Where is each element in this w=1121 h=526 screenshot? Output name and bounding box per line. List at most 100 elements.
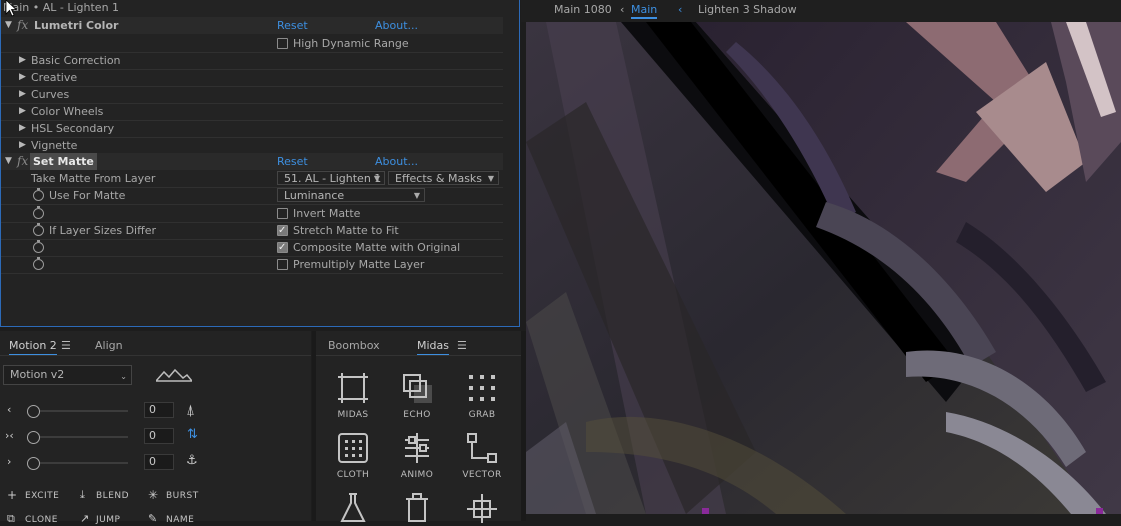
button-label: CLONE: [25, 515, 58, 525]
premultiply-label: Premultiply Matte Layer: [293, 258, 425, 271]
reset-link[interactable]: Reset: [277, 153, 308, 170]
expand-triangle-icon[interactable]: ▶: [19, 120, 26, 137]
tab-boombox[interactable]: Boombox: [328, 339, 380, 352]
echo-icon: [403, 374, 432, 403]
blend-button[interactable]: ⤓ BLEND: [80, 488, 129, 502]
stopwatch-icon[interactable]: [33, 223, 44, 236]
chevron-left-icon[interactable]: ‹: [7, 403, 11, 416]
hamburger-menu-icon[interactable]: ☰: [61, 339, 71, 352]
premultiply-row: Premultiply Matte Layer: [1, 256, 503, 274]
invert-matte-label: Invert Matte: [293, 207, 361, 220]
swap-arrows-icon[interactable]: ⇅: [187, 427, 198, 442]
value-field[interactable]: 0: [144, 454, 174, 470]
use-for-matte-dropdown[interactable]: Luminance ▼: [277, 188, 425, 202]
section-row[interactable]: ▶ HSL Secondary: [1, 120, 503, 138]
section-row[interactable]: ▶ Creative: [1, 69, 503, 87]
stopwatch-icon[interactable]: [33, 206, 44, 219]
expand-triangle-icon[interactable]: ▶: [19, 69, 26, 86]
fx-toggle-icon[interactable]: fx: [17, 17, 28, 34]
section-row[interactable]: ▶ Basic Correction: [1, 52, 503, 70]
pencil-icon: ✎: [148, 512, 158, 525]
animo-tool-button[interactable]: ANIMO: [392, 431, 442, 480]
slider-track[interactable]: [30, 462, 128, 464]
breadcrumb-main-1080[interactable]: Main 1080: [554, 3, 612, 16]
tab-align[interactable]: Align: [95, 339, 123, 352]
breadcrumb-main[interactable]: Main: [631, 3, 658, 19]
clone-button[interactable]: ⧉ CLONE: [7, 512, 57, 526]
stretch-matte-label: Stretch Matte to Fit: [293, 224, 399, 237]
grab-icon: [469, 375, 495, 401]
collapse-triangle-icon[interactable]: ▼: [5, 17, 12, 34]
composite-matte-row: Composite Matte with Original: [1, 239, 503, 257]
section-row[interactable]: ▶ Curves: [1, 86, 503, 104]
invert-matte-row: Invert Matte: [1, 205, 503, 223]
burst-button[interactable]: ✳ BURST: [148, 488, 198, 502]
hdr-label: High Dynamic Range: [293, 37, 409, 50]
tab-midas[interactable]: Midas: [417, 339, 450, 356]
value-field[interactable]: 0: [144, 402, 174, 418]
expand-triangle-icon[interactable]: ▶: [19, 52, 26, 69]
matte-source-dropdown[interactable]: Effects & Masks ▼: [388, 171, 499, 185]
reset-link[interactable]: Reset: [277, 17, 308, 34]
set-matte-effect[interactable]: ▼ fx Set Matte Reset About...: [1, 153, 503, 170]
about-link[interactable]: About...: [375, 153, 418, 170]
expand-triangle-icon[interactable]: ▶: [19, 137, 26, 154]
midas-tool-button[interactable]: MIDAS: [328, 371, 378, 420]
anchor-icon[interactable]: ⚓: [186, 453, 198, 468]
motion-panel: Motion 2 ☰ Align Motion v2 ⌄ ‹ 0 ⍋ ›‹ 0 …: [0, 331, 311, 525]
vector-tool-button[interactable]: VECTOR: [457, 431, 507, 480]
echo-tool-button[interactable]: ECHO: [392, 371, 442, 420]
panel-splitter[interactable]: [521, 331, 526, 521]
midas-panel: Boombox Midas ☰ MIDAS ECHO GRAB CLOTH AN…: [316, 331, 521, 524]
cloth-tool-button[interactable]: CLOTH: [328, 431, 378, 480]
fx-toggle-icon[interactable]: fx: [17, 153, 28, 170]
button-label: JUMP: [96, 515, 121, 525]
lumetri-color-effect[interactable]: ▼ fx Lumetri Color Reset About...: [1, 17, 503, 34]
dropdown-value: 51. AL - Lighten 1: [284, 172, 382, 185]
invert-matte-checkbox[interactable]: [277, 208, 288, 219]
premultiply-checkbox[interactable]: [277, 259, 288, 270]
name-button[interactable]: ✎ NAME: [148, 512, 194, 525]
chevron-left-icon: ‹: [678, 3, 683, 16]
chevron-down-icon: ▼: [487, 174, 494, 183]
animo-icon: [405, 433, 429, 463]
stretch-matte-checkbox[interactable]: [277, 222, 288, 239]
tab-motion-2[interactable]: Motion 2: [9, 339, 57, 356]
about-link[interactable]: About...: [375, 17, 418, 34]
section-row[interactable]: ▶ Color Wheels: [1, 103, 503, 121]
panel-splitter[interactable]: [312, 331, 316, 521]
grab-tool-button[interactable]: GRAB: [457, 371, 507, 420]
slider-track[interactable]: [30, 410, 128, 412]
chevron-left-icon: ‹: [620, 3, 625, 16]
frame-icon: [338, 373, 368, 403]
motion-version-dropdown[interactable]: Motion v2 ⌄: [3, 365, 132, 385]
stopwatch-icon[interactable]: [33, 257, 44, 270]
hamburger-menu-icon[interactable]: ☰: [457, 339, 467, 352]
collapse-arrows-icon[interactable]: ›‹: [5, 429, 14, 442]
stopwatch-icon[interactable]: [33, 240, 44, 253]
slider-knob[interactable]: [27, 457, 40, 470]
collapse-triangle-icon[interactable]: ▼: [5, 153, 12, 170]
hdr-row: High Dynamic Range: [1, 35, 503, 53]
excite-button[interactable]: + EXCITE: [7, 488, 59, 502]
expand-triangle-icon[interactable]: ▶: [19, 103, 26, 120]
composite-matte-checkbox[interactable]: [277, 239, 288, 256]
jump-button[interactable]: ↗ JUMP: [80, 512, 120, 525]
expand-triangle-icon[interactable]: ▶: [19, 86, 26, 103]
slider-knob[interactable]: [27, 405, 40, 418]
mountains-icon[interactable]: [156, 368, 192, 382]
slider-track[interactable]: [30, 436, 128, 438]
rocket-icon[interactable]: ⍋: [186, 401, 195, 419]
blend-icon: ⤓: [80, 488, 85, 501]
effect-controls-header: Main • AL - Lighten 1: [1, 0, 503, 16]
value-field[interactable]: 0: [144, 428, 174, 444]
take-matte-label: Take Matte From Layer: [31, 172, 156, 185]
layer-sizes-label: If Layer Sizes Differ: [49, 224, 156, 237]
slider-knob[interactable]: [27, 431, 40, 444]
matte-layer-dropdown[interactable]: 51. AL - Lighten 1 ▼: [277, 171, 385, 185]
breadcrumb-lighten-3-shadow[interactable]: Lighten 3 Shadow: [698, 3, 797, 16]
stopwatch-icon[interactable]: [33, 188, 44, 201]
hdr-checkbox[interactable]: [277, 38, 288, 49]
composition-viewer[interactable]: [526, 22, 1121, 514]
chevron-right-icon[interactable]: ›: [7, 455, 11, 468]
